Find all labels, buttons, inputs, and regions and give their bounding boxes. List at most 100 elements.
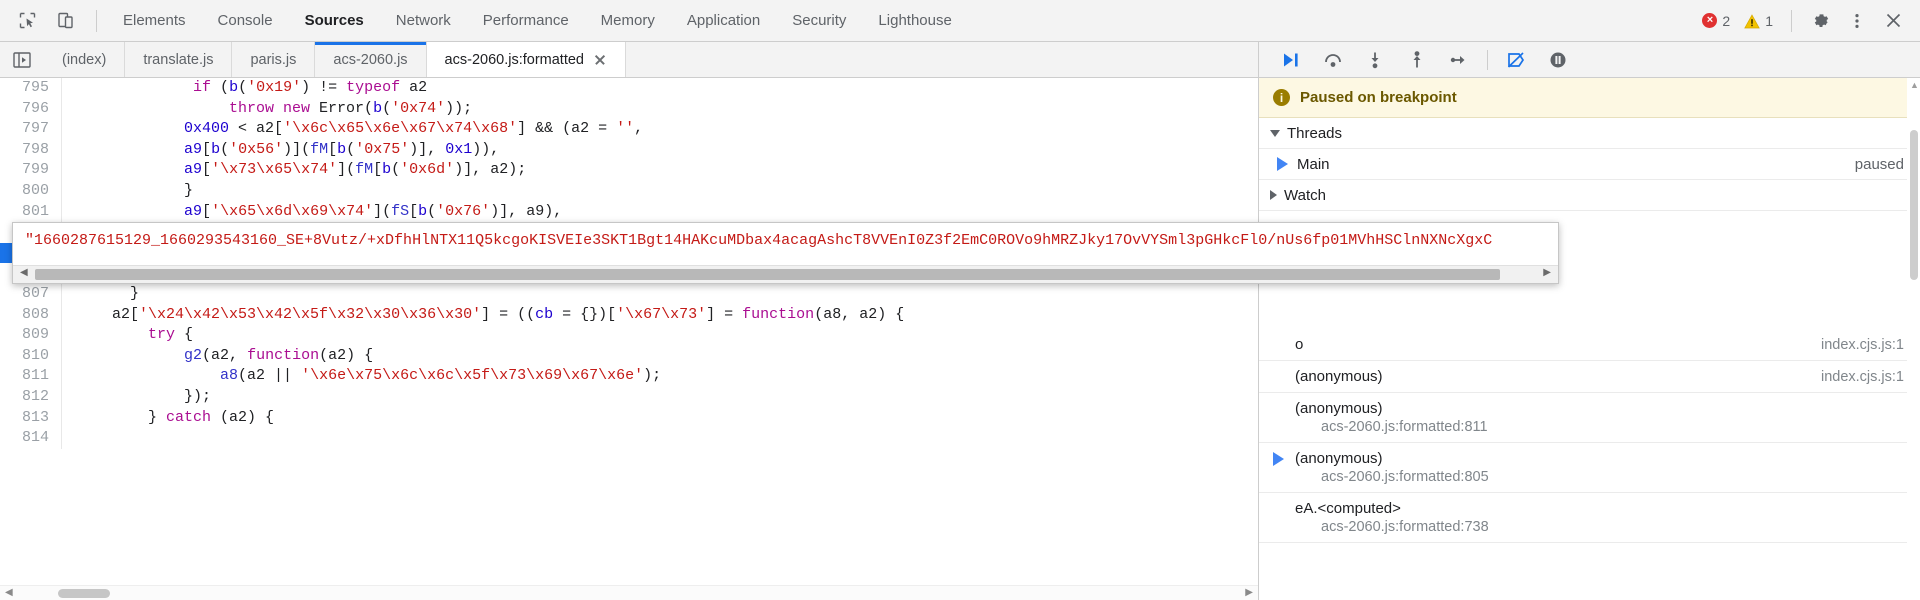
file-tab-label: acs-2060.js — [333, 51, 408, 68]
code-line[interactable]: 811 a8(a2 || '\x6e\x75\x6c\x6c\x5f\x73\x… — [0, 366, 1258, 387]
scroll-left-arrow[interactable]: ◀ — [5, 586, 13, 600]
code-token: '0x56' — [229, 140, 284, 158]
sidebar-vertical-scrollbar[interactable]: ▲ — [1907, 78, 1920, 600]
call-stack-frame-name: eA.<computed> — [1295, 500, 1401, 517]
line-number[interactable]: 808 — [0, 304, 62, 326]
gear-icon[interactable] — [1804, 5, 1838, 37]
code-line[interactable]: 810 g2(a2, function(a2) { — [0, 345, 1258, 367]
pause-on-exceptions-icon[interactable] — [1538, 45, 1578, 75]
tab-application[interactable]: Application — [671, 0, 776, 42]
step-into-icon[interactable] — [1355, 45, 1395, 75]
code-token: ( — [427, 202, 437, 220]
call-stack-frame[interactable]: eA.<computed> acs-2060.js:formatted:738 — [1259, 493, 1920, 543]
kebab-menu-icon[interactable] — [1840, 5, 1874, 37]
deactivate-breakpoints-icon[interactable] — [1496, 45, 1536, 75]
code-token: }); — [184, 387, 212, 405]
line-number[interactable]: 810 — [0, 345, 62, 367]
code-token: 0x1 — [445, 140, 473, 158]
code-line[interactable]: 800 } — [0, 180, 1258, 202]
call-stack-frame[interactable]: o index.cjs.js:1 — [1259, 329, 1920, 361]
close-tab-icon[interactable] — [593, 53, 607, 67]
code-line[interactable]: 812 }); — [0, 386, 1258, 408]
step-out-icon[interactable] — [1397, 45, 1437, 75]
code-line[interactable]: 801 a9['\x65\x6d\x69\x74'](fS[b('0x76')]… — [0, 201, 1258, 223]
tab-security[interactable]: Security — [776, 0, 862, 42]
code-token: throw new — [229, 99, 311, 117]
tab-network[interactable]: Network — [380, 0, 467, 42]
line-number[interactable]: 801 — [0, 201, 62, 223]
line-number[interactable]: 812 — [0, 386, 62, 408]
popup-scroll-right-arrow[interactable]: ▶ — [1543, 267, 1551, 278]
call-stack-frame[interactable]: (anonymous) index.cjs.js:1 — [1259, 361, 1920, 393]
code-token: '0x74' — [391, 99, 446, 117]
file-tab-translate-js[interactable]: translate.js — [125, 42, 233, 77]
chevron-right-icon — [1270, 190, 1277, 200]
editor-horizontal-scroll-thumb[interactable] — [58, 589, 110, 598]
line-number[interactable]: 813 — [0, 407, 62, 429]
code-line[interactable]: 798 a9[b('0x56')](fM[b('0x75')], 0x1)), — [0, 139, 1258, 161]
device-toolbar-icon[interactable] — [48, 5, 82, 37]
call-stack-frame[interactable]: (anonymous) acs-2060.js:formatted:805 — [1259, 443, 1920, 493]
code-line[interactable]: 808 a2['\x24\x42\x53\x42\x5f\x32\x30\x36… — [0, 304, 1258, 326]
code-line[interactable]: 813 } catch (a2) { — [0, 407, 1258, 429]
thread-row-main[interactable]: Main paused — [1259, 149, 1920, 180]
line-number[interactable]: 814 — [0, 428, 62, 449]
section-watch[interactable]: Watch — [1259, 180, 1920, 211]
call-stack-frame-location: index.cjs.js:1 — [1820, 336, 1904, 353]
inspect-element-icon[interactable] — [10, 5, 44, 37]
file-tab-index[interactable]: (index) — [44, 42, 126, 77]
code-token: '\x65\x6d\x69\x74' — [211, 202, 374, 220]
tab-elements[interactable]: Elements — [107, 0, 202, 42]
tab-sources[interactable]: Sources — [289, 0, 380, 42]
step-over-icon[interactable] — [1313, 45, 1353, 75]
tab-console[interactable]: Console — [202, 0, 289, 42]
file-tab-paris-js[interactable]: paris.js — [232, 42, 316, 77]
code-token: a9 — [184, 140, 203, 158]
source-code-editor[interactable]: 795 if (b('0x19') != typeof a2 796 throw … — [0, 78, 1258, 600]
line-number[interactable]: 811 — [0, 366, 62, 387]
file-tab-acs-2060-js-formatted[interactable]: acs-2060.js:formatted — [426, 42, 626, 77]
paused-banner-text: Paused on breakpoint — [1300, 89, 1457, 106]
code-line-text: a9['\x65\x6d\x69\x74'](fS[b('0x76')], a9… — [62, 202, 562, 223]
code-line[interactable]: 814 — [0, 428, 1258, 449]
line-number[interactable]: 797 — [0, 119, 62, 140]
warning-counter[interactable]: 1 — [1738, 13, 1779, 29]
line-number[interactable]: 795 — [0, 78, 62, 99]
error-counter[interactable]: × 2 — [1696, 13, 1736, 29]
popup-scroll-left-arrow[interactable]: ◀ — [20, 267, 28, 278]
line-number[interactable]: 798 — [0, 139, 62, 161]
file-tab-acs-2060-js[interactable]: acs-2060.js — [315, 42, 427, 77]
popup-scroll-thumb[interactable] — [35, 269, 1500, 280]
section-threads-label: Threads — [1287, 124, 1343, 142]
popup-horizontal-scrollbar[interactable]: ◀ ▶ — [13, 265, 1558, 283]
code-token: < a2[ — [229, 120, 284, 138]
code-token: a2 — [400, 79, 428, 96]
resume-icon[interactable] — [1271, 45, 1311, 75]
code-line[interactable]: 795 if (b('0x19') != typeof a2 — [0, 78, 1258, 99]
code-line[interactable]: 807 } — [0, 283, 1258, 305]
line-number[interactable]: 796 — [0, 98, 62, 120]
code-token: g2 — [184, 346, 203, 364]
line-number[interactable]: 807 — [0, 283, 62, 305]
line-number[interactable]: 809 — [0, 325, 62, 346]
sidebar-scroll-up-arrow[interactable]: ▲ — [1910, 80, 1919, 90]
paused-on-breakpoint-banner: i Paused on breakpoint — [1259, 78, 1920, 118]
code-line[interactable]: 796 throw new Error(b('0x74')); — [0, 98, 1258, 120]
scroll-right-arrow[interactable]: ▶ — [1245, 586, 1253, 600]
value-preview-popup[interactable]: "1660287615129_1660293543160_SE+8Vutz/+x… — [12, 222, 1559, 284]
editor-horizontal-scrollbar[interactable]: ◀ ▶ — [0, 585, 1258, 600]
line-number[interactable]: 799 — [0, 160, 62, 181]
section-threads[interactable]: Threads — [1259, 118, 1920, 149]
step-icon[interactable] — [1439, 45, 1479, 75]
tab-lighthouse[interactable]: Lighthouse — [862, 0, 967, 42]
line-number[interactable]: 800 — [0, 180, 62, 202]
call-stack-frame[interactable]: (anonymous) acs-2060.js:formatted:811 — [1259, 393, 1920, 443]
code-line[interactable]: 797 0x400 < a2['\x6c\x65\x6e\x67\x74\x68… — [0, 119, 1258, 140]
show-navigator-icon[interactable] — [0, 42, 44, 77]
close-icon[interactable] — [1876, 5, 1910, 37]
sidebar-scroll-thumb[interactable] — [1910, 130, 1918, 280]
tab-memory[interactable]: Memory — [585, 0, 671, 42]
code-line[interactable]: 809 try { — [0, 325, 1258, 346]
code-line[interactable]: 799 a9['\x73\x65\x74'](fM[b('0x6d')], a2… — [0, 160, 1258, 181]
tab-performance[interactable]: Performance — [467, 0, 585, 42]
